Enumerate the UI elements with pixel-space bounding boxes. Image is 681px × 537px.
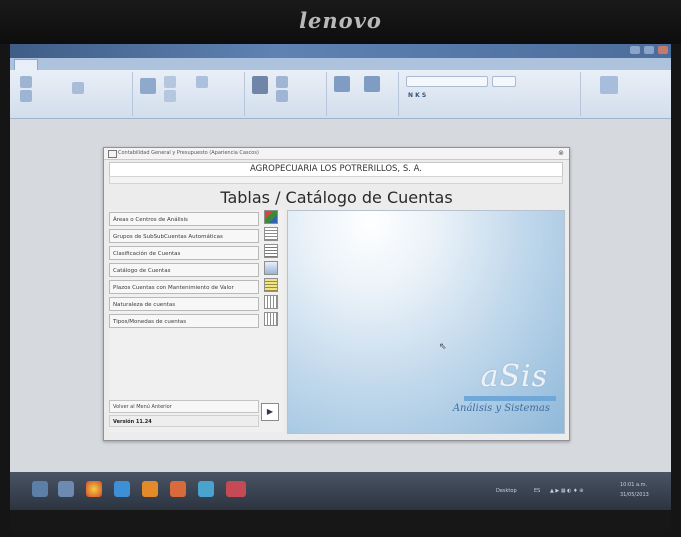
screen: N K S Contabilidad General y Presupuesto… — [10, 44, 671, 532]
new-group-icon[interactable] — [600, 76, 618, 94]
monitor-brand-logo: lenovo — [299, 8, 382, 33]
menu-item-naturaleza[interactable]: Naturaleza de cuentas — [109, 297, 259, 311]
company-name: AGROPECUARIA LOS POTRERILLOS, S. A. — [109, 162, 563, 177]
menu-item-plazos[interactable]: Plazos Cuentas con Mantenimiento de Valo… — [109, 280, 259, 294]
ribbon-group-orden — [12, 72, 133, 116]
close-icon[interactable] — [658, 46, 668, 54]
dialog-title-bar: Contabilidad General y Presupuesto (Apar… — [104, 148, 569, 160]
catalog-dialog: Contabilidad General y Presupuesto (Apar… — [103, 147, 570, 441]
menu-item-areas[interactable]: Áreas o Centros de Análisis — [109, 212, 259, 226]
ribbon: N K S — [10, 70, 671, 119]
menu-item-tipos-monedas[interactable]: Tipos/Monedas de cuentas — [109, 314, 259, 328]
page-title: Tablas / Catálogo de Cuentas — [220, 188, 453, 207]
dialog-close-icon[interactable]: ⊗ — [558, 149, 564, 157]
explorer-taskbar-icon[interactable] — [58, 481, 74, 497]
taskbar: Desktop ES ▲ ▶ ▦ ◐ ♦ ⊕ 10:01 a.m. 31/05/… — [10, 472, 671, 510]
media-taskbar-icon[interactable] — [142, 481, 158, 497]
advanced-filter-icon[interactable] — [72, 82, 84, 94]
language-indicator[interactable]: ES — [534, 488, 540, 494]
dialog-window-title: Contabilidad General y Presupuesto (Apar… — [118, 150, 259, 156]
monitor-bezel: lenovo — [0, 0, 681, 44]
version-label: Versión 11.24 — [109, 415, 259, 427]
replace-icon[interactable] — [276, 76, 288, 88]
groups-list-icon[interactable] — [264, 227, 278, 241]
clock-time[interactable]: 10:01 a.m. — [620, 482, 647, 488]
start-button-icon[interactable] — [32, 481, 48, 497]
logo-underline — [464, 396, 556, 401]
refresh-icon[interactable] — [140, 78, 156, 94]
ie-taskbar-icon[interactable] — [114, 481, 130, 497]
menu-list: Áreas o Centros de Análisis Grupos de Su… — [109, 210, 284, 432]
new-record-icon[interactable] — [164, 76, 176, 88]
menu-item-catalogo[interactable]: Catálogo de Cuentas — [109, 263, 259, 277]
ribbon-tab[interactable] — [36, 59, 70, 70]
catalog-icon[interactable] — [264, 261, 278, 275]
font-size-select[interactable] — [492, 76, 516, 87]
brand-panel: aSis Análisis y Sistemas — [287, 210, 565, 434]
logo-subtitle: Análisis y Sistemas — [452, 403, 550, 414]
window-icon — [108, 150, 117, 158]
font-name-select[interactable] — [406, 76, 488, 87]
grid-icon[interactable] — [264, 295, 278, 309]
binoculars-icon[interactable] — [252, 76, 268, 94]
acrobat-taskbar-icon[interactable] — [226, 481, 246, 497]
filter-icon[interactable] — [20, 90, 32, 102]
goto-icon[interactable] — [276, 90, 288, 102]
paint-taskbar-icon[interactable] — [170, 481, 186, 497]
ribbon-group-registros — [134, 72, 245, 116]
exit-door-icon[interactable]: ▶ — [261, 403, 279, 421]
tray-icons[interactable]: ▲ ▶ ▦ ◐ ♦ ⊕ — [550, 488, 583, 494]
access-taskbar-icon[interactable] — [198, 481, 214, 497]
spelling-icon[interactable] — [196, 76, 208, 88]
asis-logo: aSis — [480, 359, 548, 394]
sort-icon[interactable] — [20, 76, 32, 88]
mouse-cursor-icon: ⇖ — [439, 342, 447, 352]
chrome-taskbar-icon[interactable] — [86, 481, 102, 497]
screen-bottom-edge — [10, 510, 671, 532]
desktop-toolbar-label[interactable]: Desktop — [496, 488, 517, 494]
horizontal-scrollbar[interactable] — [109, 176, 563, 184]
menu-item-grupos[interactable]: Grupos de SubSubCuentas Automáticas — [109, 229, 259, 243]
app-title-bar — [10, 44, 671, 58]
switch-windows-icon[interactable] — [364, 76, 380, 92]
classification-icon[interactable] — [264, 244, 278, 258]
menu-item-clasificacion[interactable]: Clasificación de Cuentas — [109, 246, 259, 260]
clock-date[interactable]: 31/05/2013 — [620, 492, 649, 498]
ledger-icon[interactable] — [264, 278, 278, 292]
ribbon-group-grupo — [582, 72, 642, 116]
save-icon[interactable] — [164, 90, 176, 102]
ribbon-tabs — [10, 58, 671, 71]
fit-form-icon[interactable] — [334, 76, 350, 92]
minimize-icon[interactable] — [630, 46, 640, 54]
ribbon-group-texto: N K S — [400, 72, 581, 116]
areas-icon[interactable] — [264, 210, 278, 224]
currency-grid-icon[interactable] — [264, 312, 278, 326]
maximize-icon[interactable] — [644, 46, 654, 54]
back-menu-link[interactable]: Volver al Menú Anterior — [109, 400, 259, 413]
ribbon-group-buscar — [246, 72, 327, 116]
ribbon-group-ventana — [328, 72, 399, 116]
bold-italic-underline-icons[interactable]: N K S — [408, 92, 426, 99]
